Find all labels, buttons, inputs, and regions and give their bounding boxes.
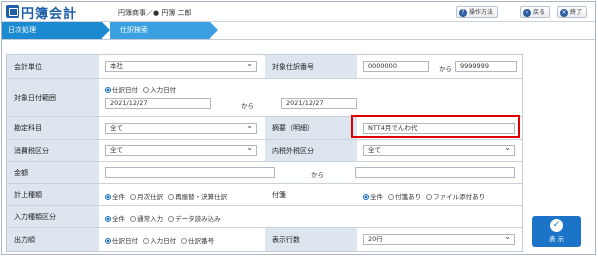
row-date-range: 対象日付範囲 仕訳日付 入力日付 2021/12/27 から 2021/12/2… xyxy=(7,79,522,117)
account-select[interactable]: 全て xyxy=(105,121,257,134)
output-order-input-date-radio[interactable] xyxy=(143,238,150,244)
check-icon: ✓ xyxy=(550,219,563,232)
back-button[interactable]: ‹ 戻る xyxy=(520,6,551,18)
breadcrumb: 日次処理 仕訳検索 xyxy=(2,22,595,40)
attachment-sticky-radio[interactable] xyxy=(388,194,395,200)
date-range-label: 対象日付範囲 xyxy=(7,79,99,116)
question-icon: ? xyxy=(459,8,467,17)
journal-no-to-input[interactable]: 9999999 xyxy=(455,61,517,72)
amount-to-input[interactable] xyxy=(355,167,515,178)
date-type-journal-radio[interactable] xyxy=(105,87,111,93)
attachment-radio-group: 全件 付箋あり ファイル添付あり xyxy=(363,191,485,201)
app-logo-icon xyxy=(6,5,19,18)
output-order-journal-no-radio[interactable] xyxy=(181,238,188,244)
attachment-all-radio[interactable] xyxy=(363,194,369,200)
input-type-label: 入力種類区分 xyxy=(7,206,99,227)
input-type-radio-group: 全件 通常入力 データ読み込み xyxy=(105,213,221,223)
tax-class-label: 消費税区分 xyxy=(7,140,99,161)
help-button[interactable]: ? 操作方法 xyxy=(456,6,499,18)
row-output-order: 出力順 仕訳日付 入力日付 仕訳番号 表示行数 20行 xyxy=(7,228,522,251)
row-unit: 会計単位 本社 対象仕訳番号 0000000 から 9999999 xyxy=(7,55,522,79)
amount-from-input[interactable] xyxy=(105,167,275,178)
breadcrumb-journal-search: 仕訳検索 xyxy=(110,22,218,39)
journal-no-range-sep: から xyxy=(439,65,452,73)
amount-range-sep: から xyxy=(311,171,324,179)
date-to-input[interactable]: 2021/12/27 xyxy=(281,98,357,109)
attachment-file-radio[interactable] xyxy=(426,194,433,200)
show-button[interactable]: ✓ 表 示 xyxy=(532,216,581,247)
report-type-label: 計上種類 xyxy=(7,184,99,205)
tax-class-select[interactable]: 全て xyxy=(105,143,257,156)
top-bar: 円簿会計 円簿商事／● 円簿 二郎 ? 操作方法 ‹ 戻る × 終了 xyxy=(2,2,595,22)
report-type-closing-radio[interactable] xyxy=(168,194,175,200)
input-type-import-radio[interactable] xyxy=(168,216,175,222)
unit-select[interactable]: 本社 xyxy=(105,59,257,72)
journal-no-label: 対象仕訳番号 xyxy=(265,55,357,78)
unit-label: 会計単位 xyxy=(7,55,99,78)
close-icon: × xyxy=(560,8,568,17)
chevron-left-icon: ‹ xyxy=(523,8,531,17)
rows-select[interactable]: 20行 xyxy=(363,232,515,245)
search-form: 会計単位 本社 対象仕訳番号 0000000 から 9999999 対象日付範囲… xyxy=(6,54,523,252)
input-type-normal-radio[interactable] xyxy=(130,216,137,222)
report-type-radio-group: 全件 月次仕訳 再振替・決算仕訳 xyxy=(105,191,227,201)
account-label: 勘定科目 xyxy=(7,117,99,139)
summary-highlight-box xyxy=(351,115,520,138)
date-type-input-radio[interactable] xyxy=(143,87,150,93)
report-type-monthly-radio[interactable] xyxy=(130,194,137,200)
row-amount: 金額 から xyxy=(7,162,522,184)
report-type-all-radio[interactable] xyxy=(105,194,111,200)
tax-inout-label: 内税外税区分 xyxy=(265,140,357,161)
output-order-label: 出力順 xyxy=(7,228,99,251)
company-user-name: 円簿商事／● 円簿 二郎 xyxy=(118,9,192,17)
journal-no-from-input[interactable]: 0000000 xyxy=(363,61,429,72)
tax-inout-select[interactable]: 全て xyxy=(363,143,515,156)
output-order-radio-group: 仕訳日付 入力日付 仕訳番号 xyxy=(105,235,214,245)
app-title: 円簿会計 xyxy=(21,7,78,22)
summary-label: 摘要（明細） xyxy=(265,117,357,139)
row-input-type: 入力種類区分 全件 通常入力 データ読み込み xyxy=(7,206,522,228)
input-type-all-radio[interactable] xyxy=(105,216,111,222)
rows-label: 表示行数 xyxy=(265,228,357,251)
row-tax: 消費税区分 全て 内税外税区分 全て xyxy=(7,140,522,162)
date-from-input[interactable]: 2021/12/27 xyxy=(105,98,211,109)
amount-label: 金額 xyxy=(7,162,99,183)
attachment-label: 付箋 xyxy=(265,184,357,205)
output-order-journal-date-radio[interactable] xyxy=(105,238,111,244)
date-type-radio-group: 仕訳日付 入力日付 xyxy=(105,84,176,94)
close-button[interactable]: × 終了 xyxy=(557,6,588,18)
row-report-type: 計上種類 全件 月次仕訳 再振替・決算仕訳 付箋 全件 付箋あり ファイル添付あ… xyxy=(7,184,522,206)
date-range-sep: から xyxy=(241,102,254,110)
breadcrumb-daily[interactable]: 日次処理 xyxy=(2,22,110,39)
